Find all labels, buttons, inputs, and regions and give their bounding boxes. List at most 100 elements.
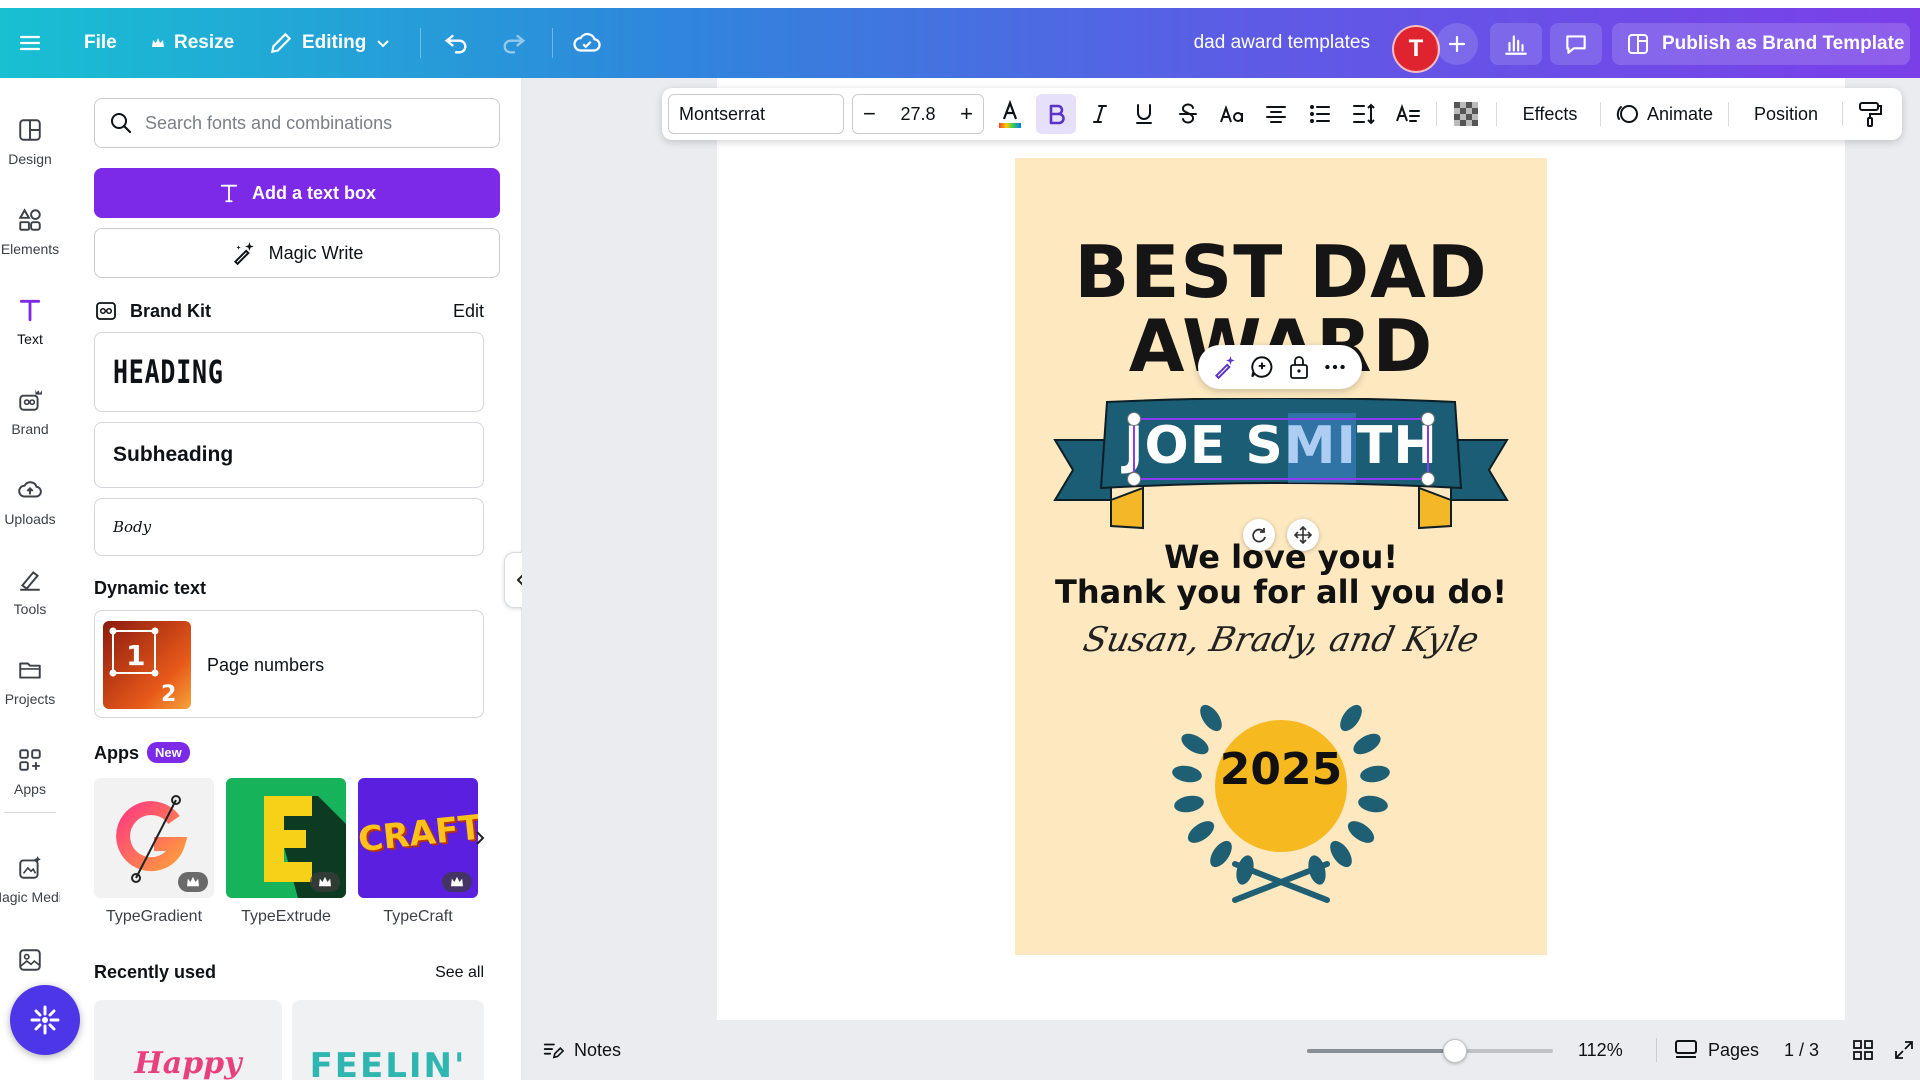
file-menu[interactable]: File [84,8,117,78]
cloud-save-status[interactable] [572,8,602,78]
brand-kit-edit-link[interactable]: Edit [453,301,484,322]
zoom-slider-knob[interactable] [1442,1039,1467,1063]
assistant-button[interactable] [10,985,80,1055]
premium-crown-icon [442,872,472,892]
zoom-slider[interactable] [1307,1039,1553,1063]
magic-write-label: Magic Write [268,242,364,263]
position-button[interactable]: Position [1738,94,1834,134]
heading-style-preset[interactable]: HEADING [94,332,484,412]
subheading-style-preset[interactable]: Subheading [94,422,484,488]
app-tile-typecraft[interactable]: CRAFT [358,778,478,898]
text-format-toolbar: Montserrat − 27.8 + Effects Animate Posi… [662,88,1902,140]
rail-item-elements[interactable]: Elements [0,192,60,272]
premium-crown-icon [178,872,208,892]
redo-icon [503,34,526,54]
font-search-box[interactable] [94,98,500,148]
animate-button[interactable]: Animate [1608,94,1720,134]
rail-item-photos[interactable] [0,930,60,990]
rotate-handle[interactable] [1243,519,1275,551]
magic-write-button[interactable]: Magic Write [94,228,500,278]
text-effects-style-button[interactable] [1388,94,1428,134]
magic-edit-icon[interactable] [1212,354,1238,380]
page-numbers-card[interactable]: 1 2 Page numbers [94,610,484,718]
recent-text-tile[interactable]: Happy [94,1000,282,1080]
elements-icon [18,208,41,231]
underline-button[interactable] [1124,94,1164,134]
projects-icon [19,662,41,679]
rail-item-brand[interactable]: Brand [0,372,60,452]
rail-item-uploads[interactable]: Uploads [0,462,60,542]
grid-view-button[interactable] [1852,1020,1874,1080]
resize-handle[interactable] [1127,472,1141,486]
chevron-down-icon [377,40,390,48]
rail-label: Brand [11,421,49,437]
see-all-link[interactable]: See all [435,964,484,982]
resize-handle[interactable] [1127,412,1141,426]
add-text-box-button[interactable]: Add a text box [94,168,500,218]
fullscreen-button[interactable] [1894,1020,1914,1080]
add-collaborator-button[interactable] [1436,23,1478,65]
decrease-size-button[interactable]: − [863,101,876,127]
document-title[interactable]: dad award templates [1150,8,1370,78]
rail-item-projects[interactable]: Projects [0,642,60,722]
strikethrough-button[interactable] [1168,94,1208,134]
bold-button[interactable] [1036,94,1076,134]
font-search-input[interactable] [145,112,475,134]
transparency-button[interactable] [1446,94,1486,134]
copy-style-button[interactable] [1850,94,1890,134]
recent-text-tile[interactable]: FEELIN' [292,1000,484,1080]
spacing-button[interactable] [1344,94,1384,134]
rail-item-tools[interactable]: Tools [0,552,60,632]
toolbar-divider [1600,102,1601,126]
rail-divider [4,812,56,813]
undo-icon [444,34,467,54]
redo-button[interactable] [500,8,528,78]
body-style-preset[interactable]: Body [94,498,484,556]
bulleted-list-button[interactable] [1300,94,1340,134]
design-page[interactable]: BEST DAD AWARD JOE SMITH We love you! Th… [1015,158,1547,955]
rail-item-text[interactable]: Text [0,282,60,362]
italic-button[interactable] [1080,94,1120,134]
font-size-value[interactable]: 27.8 [900,104,935,125]
move-handle[interactable] [1287,519,1319,551]
notes-button[interactable]: Notes [542,1020,621,1080]
resize-button[interactable]: Resize [150,8,234,78]
font-size-stepper[interactable]: − 27.8 + [852,94,984,134]
rail-item-apps[interactable]: Apps [0,732,60,812]
increase-size-button[interactable]: + [960,101,973,127]
file-label: File [84,32,117,53]
lock-icon[interactable] [1287,354,1311,380]
rail-item-magic-media[interactable]: Magic Media [0,840,70,920]
message-line-2[interactable]: Thank you for all you do! [1015,573,1547,611]
publish-brand-template-button[interactable]: Publish as Brand Template [1612,23,1910,65]
subheading-style-label: Subheading [113,443,234,466]
font-family-dropdown[interactable]: Montserrat [668,94,844,134]
rail-item-design[interactable]: Design [0,102,60,182]
effects-button[interactable]: Effects [1508,94,1592,134]
app-tile-typegradient[interactable] [94,778,214,898]
comment-add-icon[interactable] [1249,354,1275,380]
plus-icon [1448,35,1466,53]
message-line-1[interactable]: We love you! [1015,538,1547,576]
signature-text[interactable]: Susan, Brady, and Kyle [1015,620,1547,660]
app-name: TypeExtrude [241,908,331,925]
bottom-bar: Notes 112% Pages 1 / 3 [522,1020,1920,1080]
menu-button[interactable] [18,8,42,78]
award-title-line-1[interactable]: BEST DAD [1015,230,1547,314]
letter-case-button[interactable] [1212,94,1252,134]
text-color-button[interactable] [990,94,1030,134]
editing-mode-dropdown[interactable]: Editing [268,8,392,78]
resize-handle[interactable] [1421,472,1435,486]
award-year-text[interactable]: 2025 [1181,704,1381,834]
more-options-icon[interactable] [1322,354,1348,380]
align-center-button[interactable] [1256,94,1296,134]
resize-handle[interactable] [1421,412,1435,426]
apps-scroll-right-button[interactable] [470,826,490,850]
comments-button[interactable] [1550,23,1602,65]
insights-button[interactable] [1490,23,1542,65]
zoom-level[interactable]: 112% [1578,1020,1623,1080]
avatar[interactable]: T [1392,25,1440,73]
pages-button[interactable]: Pages [1674,1020,1759,1080]
undo-button[interactable] [442,8,470,78]
app-tile-typeextrude[interactable] [226,778,346,898]
